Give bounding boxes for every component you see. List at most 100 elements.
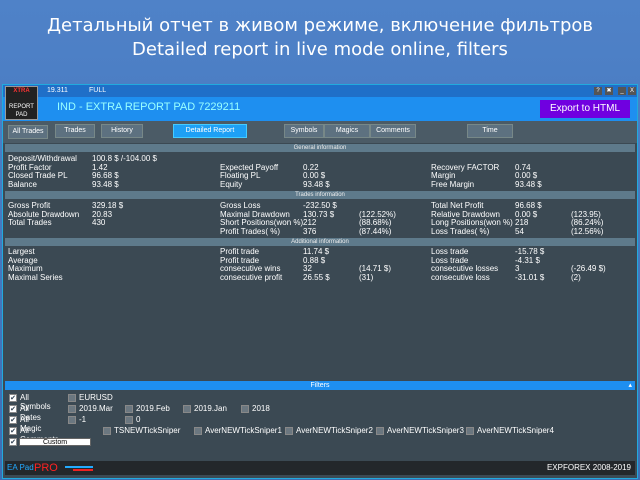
filter-item-label[interactable]: AverNEWTickSniper2 xyxy=(296,426,373,435)
filter-item-checkbox[interactable] xyxy=(466,427,474,435)
filter-item-label[interactable]: 2018 xyxy=(252,404,270,413)
filter-item-checkbox[interactable] xyxy=(183,405,191,413)
stat-label: Largest xyxy=(8,247,35,256)
filter-item-label[interactable]: AverNEWTickSniper1 xyxy=(205,426,282,435)
settings-button[interactable]: ✖ xyxy=(605,87,613,95)
stat-label: 96.68 $ xyxy=(515,201,542,210)
filter-item-checkbox[interactable] xyxy=(125,405,133,413)
help-button[interactable]: ? xyxy=(594,87,602,95)
section-general: General information xyxy=(5,144,635,152)
collapse-icon[interactable]: ▴ xyxy=(628,381,632,390)
stat-value: 32 xyxy=(303,264,312,273)
export-html-button[interactable]: Export to HTML xyxy=(540,100,630,118)
filter-item-label[interactable]: 2019.Mar xyxy=(79,404,113,413)
filter-item-label[interactable]: 0 xyxy=(136,415,140,424)
stat-value: Total Net Profit xyxy=(431,201,484,210)
stat-label: Maximum xyxy=(8,264,43,273)
filters-bar[interactable]: Filters ▴ xyxy=(5,381,635,390)
stat-value: Margin xyxy=(431,171,456,180)
stat-value: Loss Trades( %) xyxy=(431,226,490,236)
filter-item-label[interactable]: AverNEWTickSniper3 xyxy=(387,426,464,435)
filter-item-label[interactable]: 2019.Jan xyxy=(194,404,227,413)
filter-item-checkbox[interactable] xyxy=(285,427,293,435)
filter-item-label[interactable]: 2019.Feb xyxy=(136,404,170,413)
stat-label: -31.01 $ xyxy=(515,272,545,282)
tab-all-trades[interactable]: All Trades xyxy=(8,125,48,139)
stat-label: Short Positions(won %) xyxy=(220,218,304,227)
stat-label: Deposit/Withdrawal xyxy=(8,154,77,163)
stat-value: consecutive loss xyxy=(431,272,490,282)
stat-value: consecutive losses xyxy=(431,264,499,273)
stat-value: 26.55 $ xyxy=(303,272,330,282)
tab-detailed-report[interactable]: Detailed Report xyxy=(173,124,247,138)
filter-item-checkbox[interactable] xyxy=(68,416,76,424)
stat-value: 329.18 $ xyxy=(92,201,124,210)
stat-value: Loss trade xyxy=(431,247,469,256)
tab-magics[interactable]: Magics xyxy=(324,124,370,138)
stat-label: consecutive profit xyxy=(220,272,283,282)
stat-extra: (-26.49 $) xyxy=(571,264,606,273)
version: 19.311 xyxy=(47,87,68,94)
minimize-button[interactable]: _ xyxy=(618,87,626,95)
section-additional: Additional information xyxy=(5,238,635,246)
stat-value: 100.8 $ /-104.00 $ xyxy=(92,154,157,163)
brand-line-icon xyxy=(73,469,93,471)
tab-comments[interactable]: Comments xyxy=(370,124,416,138)
stat-label: Equity xyxy=(220,179,243,189)
filter-item-checkbox[interactable] xyxy=(194,427,202,435)
stat-label: Gross Profit xyxy=(8,201,51,210)
filter-item-checkbox[interactable] xyxy=(376,427,384,435)
brand-line-icon xyxy=(65,466,93,468)
title-bar: 19.311 FULL ? ✖ _ X xyxy=(3,85,637,97)
stat-label: Profit trade xyxy=(220,247,260,256)
stat-label: 0.00 $ xyxy=(515,171,538,180)
tab-symbols[interactable]: Symbols xyxy=(284,124,324,138)
stat-extra: (86.24%) xyxy=(571,218,604,227)
filter-item-checkbox[interactable] xyxy=(68,394,76,402)
section-trades: Trades information xyxy=(5,191,635,199)
stat-value: 430 xyxy=(92,218,106,227)
stat-extra: (88.68%) xyxy=(359,218,392,227)
filter-item-label[interactable]: -1 xyxy=(79,415,86,424)
stat-label: 3 xyxy=(515,264,520,273)
filter-item-label[interactable]: EURUSD xyxy=(79,393,113,402)
banner-line-ru: Детальный отчет в живом режиме, включени… xyxy=(46,15,594,36)
stat-label: Total Trades xyxy=(8,218,52,227)
custom-checkbox[interactable]: ✔ xyxy=(9,438,17,446)
filter-all-checkbox[interactable]: ✔ xyxy=(9,405,17,413)
custom-filter-input[interactable]: Custom xyxy=(19,438,91,446)
stat-label: Floating PL xyxy=(220,171,261,180)
tab-time[interactable]: Time xyxy=(467,124,513,138)
filter-all-checkbox[interactable]: ✔ xyxy=(9,427,17,435)
tab-history[interactable]: History xyxy=(101,124,143,138)
filter-item-label[interactable]: TSNEWTickSniper xyxy=(114,426,180,435)
footer: EA Pad PRO EXPFOREX 2008-2019 xyxy=(5,461,635,475)
banner: Детальный отчет в живом режиме, включени… xyxy=(0,14,640,62)
stat-label: -15.78 $ xyxy=(515,247,545,256)
stat-label: 218 xyxy=(515,218,529,227)
stat-value: 96.68 $ xyxy=(92,171,119,180)
stat-label: Closed Trade PL xyxy=(8,171,68,180)
stat-label: 93.48 $ xyxy=(515,179,542,189)
stat-label: Gross Loss xyxy=(220,201,261,210)
filter-item-checkbox[interactable] xyxy=(103,427,111,435)
brand-ea-pad: EA Pad xyxy=(7,463,34,472)
stat-value: Long Positions(won %) xyxy=(431,218,513,227)
filter-item-checkbox[interactable] xyxy=(125,416,133,424)
stat-label: Maximal Series xyxy=(8,272,63,282)
tab-trades[interactable]: Trades xyxy=(55,124,95,138)
report-window: 19.311 FULL ? ✖ _ X XTRA REPORT PAD IND - … xyxy=(2,84,638,479)
tab-bar: All Trades Trades History Detailed Repor… xyxy=(3,121,637,143)
stat-value: 0.00 $ xyxy=(303,171,326,180)
report-title: IND - EXTRA REPORT PAD 7229211 xyxy=(57,101,241,113)
stat-label: Balance xyxy=(8,179,37,189)
filter-item-checkbox[interactable] xyxy=(68,405,76,413)
stat-value: 376 xyxy=(303,226,317,236)
filter-all-checkbox[interactable]: ✔ xyxy=(9,416,17,424)
filter-item-label[interactable]: AverNEWTickSniper4 xyxy=(477,426,554,435)
mode: FULL xyxy=(89,87,107,94)
close-button[interactable]: X xyxy=(628,87,636,95)
stat-extra: (14.71 $) xyxy=(359,264,392,273)
filter-item-checkbox[interactable] xyxy=(241,405,249,413)
filter-all-checkbox[interactable]: ✔ xyxy=(9,394,17,402)
